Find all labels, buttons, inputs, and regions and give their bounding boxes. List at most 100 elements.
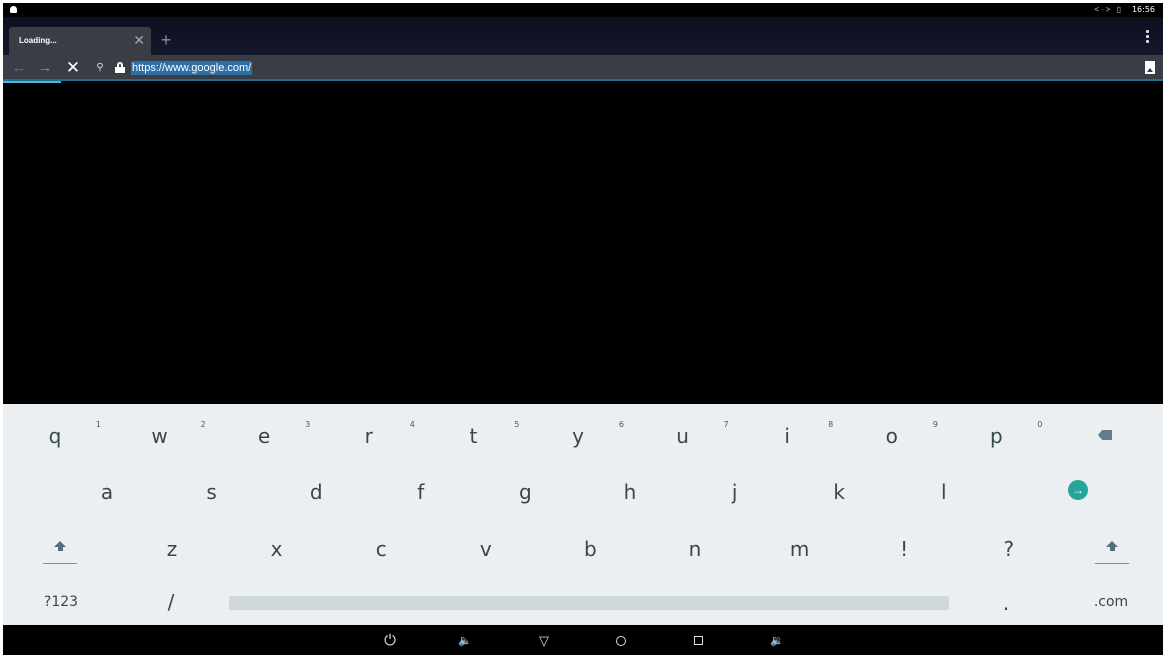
key-e[interactable]: e3	[252, 420, 310, 448]
key-label: t	[469, 424, 478, 448]
volume-down-icon[interactable]: 🔈	[455, 631, 475, 651]
lock-icon	[115, 62, 125, 73]
key-label: e	[258, 424, 271, 448]
overflow-menu-icon[interactable]	[1143, 29, 1151, 45]
key-k[interactable]: k	[827, 480, 851, 504]
key-hint: 5	[514, 420, 520, 429]
slash-key[interactable]: /	[161, 590, 181, 614]
key-exclamation[interactable]: !	[892, 537, 916, 561]
network-indicator-icon: <·> ▯	[1094, 5, 1123, 14]
key-label: b	[584, 537, 597, 561]
key-g[interactable]: g	[513, 480, 537, 504]
power-icon[interactable]: ⏻	[380, 631, 400, 651]
key-q[interactable]: q1	[43, 420, 101, 448]
key-label: m	[789, 537, 810, 561]
key-z[interactable]: z	[160, 537, 184, 561]
period-key[interactable]: .	[996, 591, 1016, 615]
shift-right-key[interactable]	[1095, 541, 1129, 564]
key-d[interactable]: d	[304, 480, 328, 504]
key-y[interactable]: y6	[566, 420, 624, 448]
key-label: k	[833, 480, 845, 504]
key-u[interactable]: u7	[671, 420, 728, 448]
key-f[interactable]: f	[409, 480, 433, 504]
url-input[interactable]: https://www.google.com/	[131, 61, 253, 75]
key-hint: 9	[932, 420, 938, 429]
shift-left-key[interactable]	[43, 541, 77, 564]
key-c[interactable]: c	[369, 537, 393, 561]
status-bar: <·> ▯ 16:56	[3, 3, 1163, 17]
key-hint: 6	[618, 420, 624, 429]
key-hint: 0	[1037, 420, 1043, 429]
key-label: q	[48, 424, 62, 448]
key-b[interactable]: b	[578, 537, 602, 561]
volume-up-icon[interactable]: 🔉	[767, 631, 787, 651]
bookmark-icon[interactable]	[1145, 61, 1155, 74]
key-h[interactable]: h	[618, 480, 642, 504]
key-label: j	[731, 480, 738, 504]
key-label: r	[364, 424, 373, 448]
go-key-icon[interactable]: →	[1068, 480, 1088, 500]
key-hint: 2	[200, 420, 206, 429]
key-label: l	[941, 480, 947, 504]
key-label: v	[479, 537, 492, 561]
key-label: u	[676, 424, 689, 448]
key-j[interactable]: j	[723, 480, 747, 504]
clock: 16:56	[1131, 5, 1155, 14]
key-n[interactable]: n	[683, 537, 707, 561]
key-label: c	[375, 537, 387, 561]
back-nav-icon[interactable]: ▽	[534, 631, 554, 651]
key-hint: 3	[305, 420, 311, 429]
key-label: s	[206, 480, 217, 504]
android-notification-icon	[10, 6, 17, 13]
tab-title: Loading...	[19, 36, 57, 45]
close-tab-icon[interactable]: ✕	[133, 32, 145, 49]
key-w[interactable]: w2	[148, 420, 205, 448]
key-label: f	[417, 480, 425, 504]
key-r[interactable]: r4	[357, 420, 415, 448]
key-m[interactable]: m	[788, 537, 812, 561]
dotcom-key[interactable]: .com	[1089, 594, 1133, 610]
page-content	[3, 83, 1163, 404]
key-label: g	[519, 480, 532, 504]
key-label: ?	[1003, 537, 1015, 561]
back-arrow-icon[interactable]: ←	[9, 58, 29, 78]
navigation-bar: ⏻ 🔈 ▽ 🔉	[3, 625, 1163, 655]
home-icon[interactable]	[611, 631, 631, 651]
browser-toolbar: ← → ✕ ⚲ https://www.google.com/	[3, 55, 1163, 81]
key-label: d	[309, 480, 323, 504]
forward-arrow-icon[interactable]: →	[35, 58, 55, 78]
key-label: o	[885, 424, 898, 448]
key-o[interactable]: o9	[880, 420, 938, 448]
device-screen: <·> ▯ 16:56 Loading... ✕ + ← → ✕ ⚲ https…	[3, 3, 1163, 655]
key-label: !	[900, 537, 909, 561]
backspace-icon[interactable]	[1098, 430, 1112, 440]
key-a[interactable]: a	[95, 480, 119, 504]
key-hint: 7	[723, 420, 729, 429]
key-label: n	[688, 537, 702, 561]
key-label: i	[784, 424, 790, 448]
search-icon: ⚲	[96, 62, 104, 73]
key-label: w	[151, 424, 168, 448]
key-label: z	[166, 537, 178, 561]
key-label: p	[990, 424, 1003, 448]
key-v[interactable]: v	[474, 537, 498, 561]
key-x[interactable]: x	[265, 537, 289, 561]
key-label: a	[100, 480, 114, 504]
key-l[interactable]: l	[932, 480, 956, 504]
key-i[interactable]: i8	[775, 420, 833, 448]
key-t[interactable]: t5	[461, 420, 519, 448]
key-label: y	[572, 424, 584, 448]
new-tab-button[interactable]: +	[155, 29, 177, 53]
key-p[interactable]: p0	[984, 420, 1042, 448]
recents-icon[interactable]	[689, 631, 709, 651]
browser-tab[interactable]: Loading... ✕	[9, 27, 151, 55]
space-bar[interactable]	[229, 596, 949, 610]
symbols-key[interactable]: ?123	[41, 594, 81, 610]
key-question[interactable]: ?	[997, 537, 1021, 561]
key-label: h	[623, 480, 637, 504]
key-hint: 1	[95, 420, 101, 429]
on-screen-keyboard: q1w2e3r4t5y6u7i8o9p0 asdfghjkl → zxcvbnm…	[3, 404, 1163, 625]
stop-loading-icon[interactable]: ✕	[63, 58, 83, 78]
key-hint: 4	[409, 420, 415, 429]
key-s[interactable]: s	[200, 480, 224, 504]
